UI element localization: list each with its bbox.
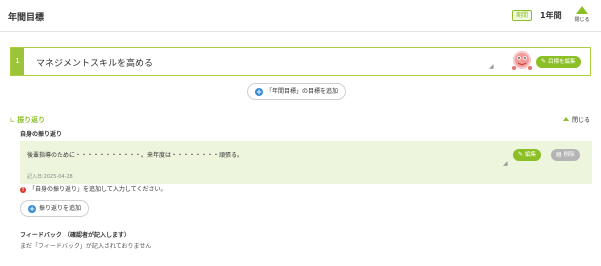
plus-circle-icon: + <box>255 88 263 96</box>
goal-card: 1 マネジメントスキルを高める ◢ ✎ 目標を編集 <box>10 47 591 76</box>
edit-reflection-button[interactable]: ✎ 編集 <box>513 149 542 161</box>
error-icon: ! <box>20 187 26 193</box>
page-header: 年間目標 期間 1年間 閉じる <box>0 0 601 32</box>
mascot-icon <box>512 51 532 70</box>
warning-message: ! 「自身の振り返り」を追加して入力してください。 <box>20 186 167 193</box>
feedback-label: フィードバック （確認者が記入します） <box>20 232 130 239</box>
edit-goal-label: 目標を編集 <box>548 59 576 65</box>
goal-text: マネジメントスキルを高める <box>36 59 154 69</box>
plus-circle-icon: + <box>28 205 36 213</box>
add-reflection-button[interactable]: + 振り返りを追加 <box>20 200 90 217</box>
triangle-up-icon <box>563 117 569 121</box>
edit-goal-button[interactable]: ✎ 目標を編集 <box>536 56 581 68</box>
reflection-text: 後輩指導のために・・・・・・・・・・・。来年度は・・・・・・・・頑張る。 <box>27 152 244 159</box>
period-badge: 期間 <box>512 10 533 21</box>
reflection-section-title: ∟ 振り返り <box>10 116 46 124</box>
delete-reflection-button[interactable]: ▤ 削除 <box>551 149 580 161</box>
add-reflection-label: 振り返りを追加 <box>39 205 82 212</box>
reflection-card: 後輩指導のために・・・・・・・・・・・。来年度は・・・・・・・・頑張る。 ◢ 記… <box>20 141 592 184</box>
page-title: 年間目標 <box>8 13 45 23</box>
period-value: 1年間 <box>540 11 562 20</box>
delete-reflection-label: 削除 <box>563 152 575 158</box>
trash-icon: ▤ <box>556 151 562 158</box>
collapse-button[interactable]: 閉じる <box>570 6 594 26</box>
add-goal-label: 「年間目標」の目標を追加 <box>266 88 339 95</box>
reflection-close-button[interactable]: 閉じる <box>563 115 590 124</box>
feedback-text: まだ「フィードバック」が記入されておりません <box>20 243 152 250</box>
goal-number: 1 <box>11 48 24 75</box>
resize-handle-icon[interactable]: ◢ <box>503 160 508 167</box>
pencil-icon: ✎ <box>541 58 547 65</box>
reflection-date: 記入日:2025-04-28 <box>27 174 73 180</box>
self-reflection-label: 自身の振り返り <box>20 131 63 138</box>
collapse-label: 閉じる <box>574 17 590 23</box>
edit-reflection-label: 編集 <box>525 152 537 158</box>
add-goal-button[interactable]: + 「年間目標」の目標を追加 <box>247 83 347 100</box>
resize-handle-icon[interactable]: ◢ <box>489 63 494 70</box>
triangle-up-icon <box>576 6 588 14</box>
pencil-icon: ✎ <box>518 151 524 158</box>
